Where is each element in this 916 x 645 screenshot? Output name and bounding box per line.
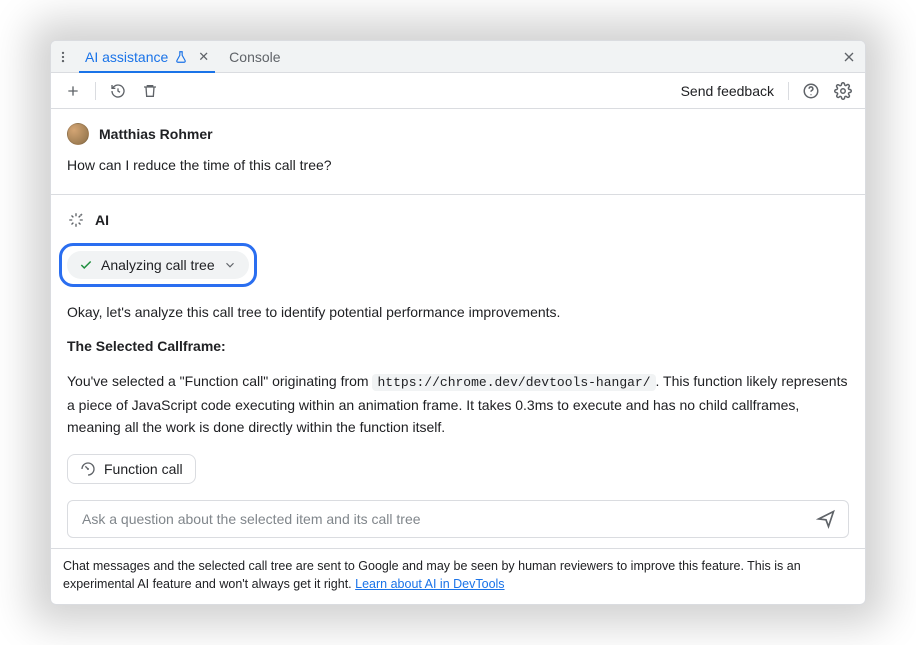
ai-body-code: https://chrome.dev/devtools-hangar/ [372,374,655,391]
separator [51,194,865,195]
close-panel-button[interactable] [833,49,865,65]
help-icon [802,82,820,100]
toolbar-divider [95,82,96,100]
close-tab-button[interactable]: ✕ [198,49,209,65]
status-highlight: Analyzing call tree [59,243,257,287]
user-message: How can I reduce the time of this call t… [67,155,849,176]
tab-label: AI assistance [85,49,168,65]
send-button[interactable] [812,505,840,533]
disclaimer-footer: Chat messages and the selected call tree… [51,548,865,603]
tab-bar: AI assistance ✕ Console [51,41,865,73]
ai-body-pre: You've selected a "Function call" origin… [67,373,372,389]
analyzing-chip[interactable]: Analyzing call tree [67,251,249,279]
ai-header: AI [67,211,849,229]
ai-heading: The Selected Callframe: [67,335,849,357]
user-name: Matthias Rohmer [99,126,213,142]
toolbar: Send feedback [51,73,865,109]
tab-ai-assistance[interactable]: AI assistance ✕ [75,41,219,72]
history-button[interactable] [104,77,132,105]
chevron-down-icon [223,258,237,272]
devtools-panel: AI assistance ✕ Console Send feedback [50,40,866,605]
ai-body: You've selected a "Function call" origin… [67,370,849,439]
prompt-input[interactable] [80,510,812,528]
delete-button[interactable] [136,77,164,105]
ai-label: AI [95,212,109,228]
gear-icon [834,82,852,100]
ai-intro: Okay, let's analyze this call tree to id… [67,301,849,323]
status-label: Analyzing call tree [101,257,215,273]
kebab-icon [56,50,70,64]
gauge-icon [80,461,96,477]
trash-icon [142,83,158,99]
history-icon [110,83,126,99]
avatar [67,123,89,145]
learn-more-link[interactable]: Learn about AI in DevTools [355,577,504,591]
tab-console[interactable]: Console [219,41,290,72]
sparkle-icon [67,211,85,229]
plus-icon [65,83,81,99]
send-icon [816,509,836,529]
send-feedback-button[interactable]: Send feedback [675,83,780,99]
function-call-chip[interactable]: Function call [67,454,196,484]
help-button[interactable] [797,77,825,105]
ai-heading-text: The Selected Callframe: [67,338,226,354]
chat-content: Matthias Rohmer How can I reduce the tim… [51,109,865,500]
close-icon [841,49,857,65]
new-chat-button[interactable] [59,77,87,105]
user-header: Matthias Rohmer [67,123,849,145]
more-tabs-button[interactable] [51,50,75,64]
prompt-input-row [67,500,849,538]
tab-label: Console [229,49,280,65]
toolbar-divider [788,82,789,100]
function-call-label: Function call [104,461,183,477]
check-icon [79,258,93,272]
flask-icon [174,50,188,64]
settings-button[interactable] [829,77,857,105]
